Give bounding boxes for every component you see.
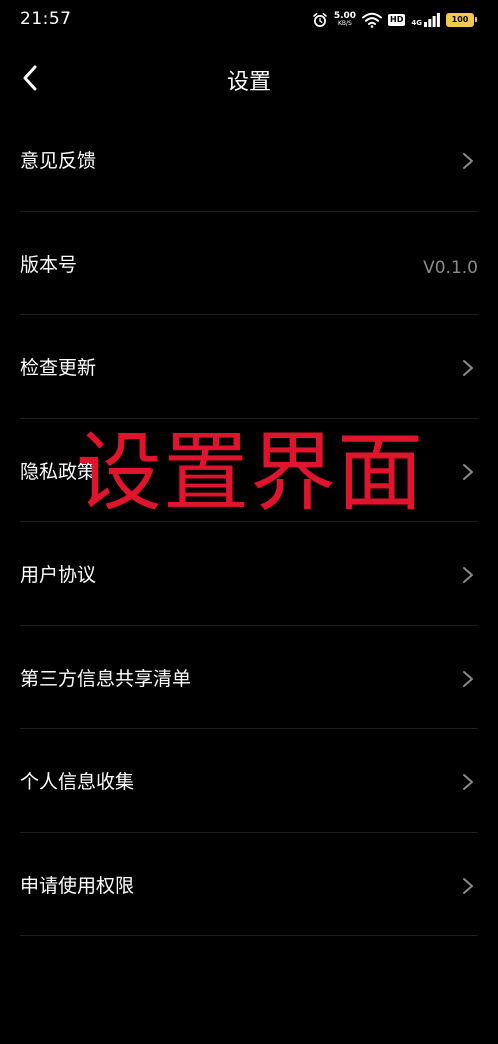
- network-speed: 5.00 KB/S: [334, 12, 356, 28]
- settings-item-label: 个人信息收集: [20, 771, 135, 793]
- settings-item-feedback[interactable]: 意见反馈: [20, 108, 478, 212]
- settings-item-label: 申请使用权限: [20, 874, 135, 897]
- cellular-signal: 4G: [411, 13, 440, 27]
- chevron-right-icon: [463, 877, 473, 894]
- settings-item-label: 检查更新: [20, 357, 97, 379]
- battery-icon: 100: [446, 13, 477, 27]
- hd-icon: HD: [388, 14, 406, 26]
- settings-item-check-update[interactable]: 检查更新: [20, 315, 478, 419]
- signal-label: 4G: [411, 19, 422, 27]
- network-speed-unit: KB/S: [337, 20, 352, 27]
- wifi-icon: [362, 12, 383, 28]
- settings-list: 意见反馈 版本号 V0.1.0 检查更新 隐私政策 用户协议 第三方信息共享清单…: [20, 108, 478, 936]
- app-header: 设置: [0, 52, 498, 104]
- status-time: 21:57: [20, 9, 72, 29]
- network-speed-value: 5.00: [333, 11, 357, 21]
- settings-item-version: 版本号 V0.1.0: [20, 212, 478, 315]
- page-title: 设置: [226, 70, 271, 95]
- status-bar: 21:57 5.00 KB/S HD 4G 100: [0, 0, 498, 42]
- settings-item-personal-info-collection[interactable]: 个人信息收集: [20, 729, 478, 833]
- chevron-right-icon: [463, 774, 473, 790]
- settings-item-user-agreement[interactable]: 用户协议: [20, 522, 478, 626]
- chevron-right-icon: [463, 360, 473, 376]
- settings-item-label: 意见反馈: [20, 150, 97, 172]
- settings-item-label: 隐私政策: [20, 460, 97, 483]
- chevron-right-icon: [463, 670, 473, 687]
- version-value: V0.1.0: [423, 257, 478, 278]
- settings-item-label: 用户协议: [20, 564, 97, 586]
- status-icons: 5.00 KB/S HD 4G 100: [312, 10, 477, 30]
- settings-item-permissions[interactable]: 申请使用权限: [20, 833, 478, 936]
- settings-item-label: 第三方信息共享清单: [20, 667, 192, 690]
- battery-level: 100: [451, 15, 469, 24]
- settings-item-third-party-sharing[interactable]: 第三方信息共享清单: [20, 626, 478, 729]
- chevron-right-icon: [463, 153, 473, 169]
- alarm-icon: [313, 13, 327, 27]
- chevron-right-icon: [463, 567, 473, 583]
- chevron-right-icon: [463, 463, 473, 480]
- settings-item-label: 版本号: [20, 253, 78, 276]
- signal-icon: [424, 13, 440, 27]
- settings-item-privacy-policy[interactable]: 隐私政策: [20, 419, 478, 522]
